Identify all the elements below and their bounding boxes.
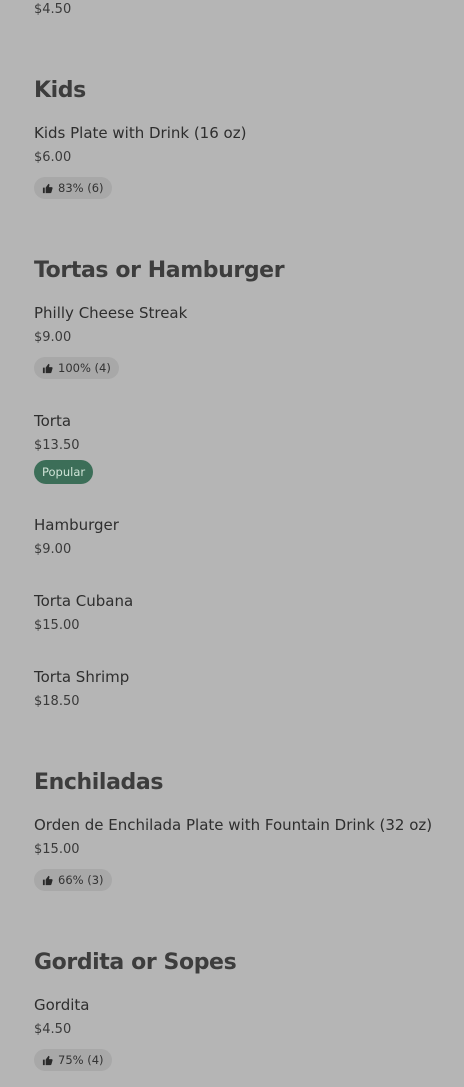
rating-text: 75% (4) xyxy=(58,1053,104,1067)
item-price: $18.50 xyxy=(34,694,80,709)
rating-badge: 100% (4) xyxy=(34,357,119,379)
item-price: $6.00 xyxy=(34,150,72,165)
rating-badge: 83% (6) xyxy=(34,177,112,199)
section-title-gordita: Gordita or Sopes xyxy=(34,950,237,975)
item-name: Philly Cheese Streak xyxy=(34,304,188,322)
thumbs-up-icon xyxy=(42,1055,53,1065)
thumbs-up-icon xyxy=(42,183,53,193)
thumbs-up-icon xyxy=(42,875,53,885)
section-title-enchiladas: Enchiladas xyxy=(34,770,164,795)
item-price: $4.50 xyxy=(34,1022,72,1037)
item-price: $15.00 xyxy=(34,618,80,633)
item-name: Hamburger xyxy=(34,516,119,534)
rating-text: 66% (3) xyxy=(58,873,104,887)
section-title-kids: Kids xyxy=(34,78,86,103)
rating-badge: 75% (4) xyxy=(34,1049,112,1071)
item-name: Kids Plate with Drink (16 oz) xyxy=(34,124,247,142)
rating-badge: 66% (3) xyxy=(34,869,112,891)
thumbs-up-icon xyxy=(42,363,53,373)
item-name: Torta xyxy=(34,412,72,430)
item-price: $9.00 xyxy=(34,330,72,345)
item-price: $9.00 xyxy=(34,542,72,557)
rating-text: 83% (6) xyxy=(58,181,104,195)
item-price: $15.00 xyxy=(34,842,80,857)
item-name: Torta Cubana xyxy=(34,592,134,610)
item-name: Orden de Enchilada Plate with Fountain D… xyxy=(34,816,433,834)
item-name: Torta Shrimp xyxy=(34,668,130,686)
item-price: $4.50 xyxy=(34,2,72,17)
section-title-tortas: Tortas or Hamburger xyxy=(34,258,285,283)
rating-text: 100% (4) xyxy=(58,361,111,375)
item-price: $13.50 xyxy=(34,438,80,453)
popular-badge: Popular xyxy=(34,460,94,484)
item-name: Gordita xyxy=(34,996,90,1014)
